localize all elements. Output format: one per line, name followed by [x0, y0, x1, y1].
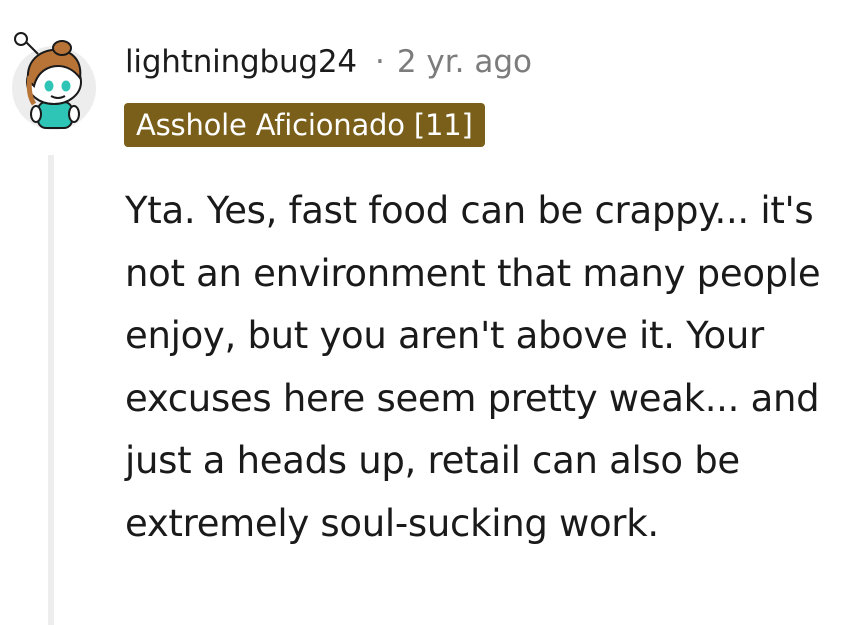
username-link[interactable]: lightningbug24: [125, 44, 357, 80]
thread-collapse-line[interactable]: [48, 155, 54, 625]
snoo-avatar-icon: [12, 32, 96, 130]
user-flair-badge: Asshole Aficionado [11]: [124, 103, 485, 147]
comment-header: lightningbug24 · 2 yr. ago: [125, 40, 532, 84]
comment-timestamp[interactable]: 2 yr. ago: [397, 44, 532, 80]
comment-body-text: Yta. Yes, fast food can be crappy... it'…: [125, 189, 821, 545]
meta-separator: ·: [374, 44, 385, 80]
user-avatar[interactable]: [10, 30, 98, 130]
